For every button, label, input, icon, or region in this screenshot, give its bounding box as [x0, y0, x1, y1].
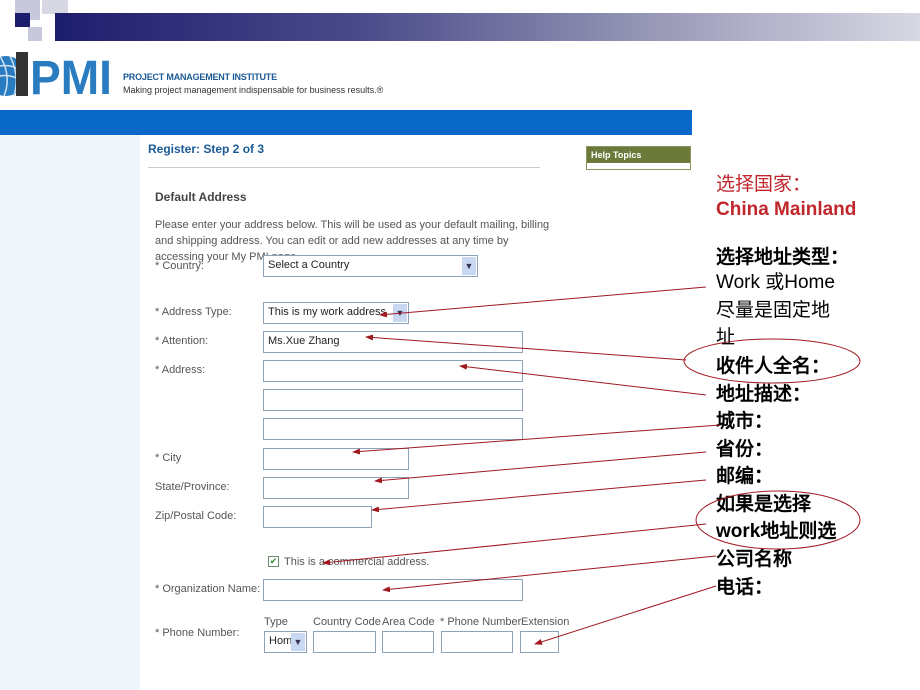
arrow-commercial [322, 523, 707, 566]
arrow-attention [365, 334, 687, 361]
arrow-city [352, 424, 721, 455]
highlight-ellipse-attention [683, 338, 861, 384]
arrow-address [459, 363, 707, 396]
arrow-organization [382, 555, 717, 593]
highlight-ellipse-organization [695, 490, 861, 550]
arrow-state [374, 451, 707, 484]
annotation-layer [322, 286, 861, 645]
arrow-address-type [379, 286, 707, 318]
arrow-extension [534, 585, 717, 645]
arrow-zip [371, 479, 707, 513]
